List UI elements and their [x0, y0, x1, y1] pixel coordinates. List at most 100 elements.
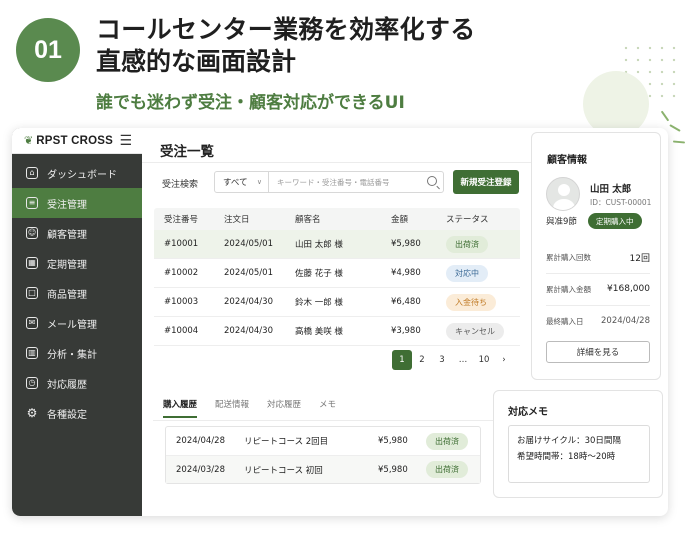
sidebar-item-subscriptions[interactable]: ▦ 定期管理 [12, 248, 142, 278]
sidebar-item-label: 顧客管理 [47, 229, 87, 241]
stat-purchase-total: 累計購入金額 ¥168,000 [546, 279, 650, 299]
order-amount: ¥4,980 [391, 268, 421, 278]
sidebar-item-analytics[interactable]: ▥ 分析・集計 [12, 338, 142, 368]
order-amount: ¥6,480 [391, 297, 421, 307]
chart-icon: ▥ [26, 347, 38, 359]
tab-purchase-history[interactable]: 購入履歴 [163, 398, 198, 418]
table-row[interactable]: #10004 2024/04/30 高橋 美咲 様 ¥3,980 キャンセル [154, 317, 520, 346]
app-logo: RPST CROSS [36, 134, 113, 147]
order-icon: ≡ [26, 197, 38, 209]
sidebar-item-label: 定期管理 [47, 259, 87, 271]
memo-line: 希望時間帯：18時〜20時 [517, 452, 616, 462]
table-row[interactable]: 2024/03/28 リピートコース 初回 ¥5,980 出荷済 [166, 455, 480, 483]
page-button[interactable]: 3 [432, 355, 452, 365]
subscription-badge: 定期購入中 [588, 213, 642, 229]
order-id: #10003 [164, 297, 199, 307]
customer-name: 山田 太郎 様 [295, 240, 343, 250]
customer-name: 鈴木 一郎 様 [295, 298, 343, 308]
customer-info-card: 顧客情報 山田 太郎 ID：CUST-00001 與准9節 定期購入中 累計購入… [531, 132, 661, 380]
table-row[interactable]: #10002 2024/05/01 佐藤 花子 様 ¥4,980 対応中 [154, 259, 520, 288]
sidebar-item-settings[interactable]: ⚙ 各種設定 [12, 398, 142, 428]
sidebar: ❦ RPST CROSS ☰ ⌂ ダッシュボード ≡ 受注管理 ☺ 顧客管理 ▦ 定期管… [12, 128, 142, 516]
column-header[interactable]: 金額 [391, 213, 408, 225]
next-page-icon[interactable]: › [494, 355, 514, 365]
status-badge: 出荷済 [426, 432, 468, 450]
table-row[interactable]: #10003 2024/04/30 鈴木 一郎 様 ¥6,480 入金待ち [154, 288, 520, 317]
search-placeholder: キーワード・受注番号・電話番号 [277, 177, 390, 187]
status-badge: 出荷済 [446, 235, 488, 253]
tab-memo[interactable]: メモ [319, 398, 336, 418]
stat-value: 2024/04/28 [601, 316, 650, 326]
purchase-price: ¥5,980 [378, 464, 408, 475]
step-number: 01 [34, 35, 62, 64]
table-row[interactable]: 2024/04/28 リピートコース 2回目 ¥5,980 出荷済 [166, 427, 480, 455]
divider [153, 420, 493, 421]
status-badge: 対応中 [446, 264, 488, 282]
stat-value: ¥168,000 [607, 284, 650, 294]
sidebar-item-mail[interactable]: ✉ メール管理 [12, 308, 142, 338]
home-icon: ⌂ [26, 167, 38, 179]
app-window: ❦ RPST CROSS ☰ ⌂ ダッシュボード ≡ 受注管理 ☺ 顧客管理 ▦ 定期管… [12, 128, 668, 516]
search-input[interactable]: キーワード・受注番号・電話番号 [268, 171, 444, 193]
hamburger-icon[interactable]: ☰ [119, 133, 132, 149]
order-amount: ¥5,980 [391, 239, 421, 249]
view-details-button[interactable]: 詳細を見る [546, 341, 650, 363]
column-header[interactable]: 受注番号 [164, 213, 198, 225]
order-date: 2024/04/30 [224, 326, 273, 336]
table-row[interactable]: #10001 2024/05/01 山田 太郎 様 ¥5,980 出荷済 [154, 230, 520, 259]
page-button-current[interactable]: 1 [392, 350, 412, 370]
memo-line: お届けサイクル：30日間隔 [517, 436, 621, 446]
history-icon: ◷ [26, 377, 38, 389]
tab-support-history[interactable]: 対応履歴 [267, 398, 301, 418]
table-header: 受注番号 注文日 顧客名 金額 ステータス [154, 208, 520, 230]
stat-label: 累計購入回数 [546, 252, 591, 262]
sidebar-item-orders[interactable]: ≡ 受注管理 [12, 188, 142, 218]
chevron-down-icon: ∨ [256, 178, 262, 186]
column-header[interactable]: ステータス [446, 213, 489, 225]
stat-last-purchase: 最終購入日 2024/04/28 [546, 311, 650, 331]
page-button[interactable]: 2 [412, 355, 432, 365]
sidebar-item-label: メール管理 [47, 319, 97, 331]
customer-name: 佐藤 花子 様 [295, 269, 343, 279]
page-subheading: 誰でも迷わず受注・顧客対応ができるUI [96, 93, 405, 113]
order-list-panel: 受注一覧 受注検索 すべて ∨ キーワード・受注番号・電話番号 新規受注登録 受注… [142, 128, 532, 388]
sidebar-item-label: 各種設定 [47, 409, 87, 421]
history-table: 2024/04/28 リピートコース 2回目 ¥5,980 出荷済 2024/0… [165, 426, 481, 484]
sidebar-item-customers[interactable]: ☺ 顧客管理 [12, 218, 142, 248]
tab-bar: 購入履歴 配送情報 対応履歴 メモ [163, 398, 354, 418]
purchase-date: 2024/03/28 [176, 464, 225, 475]
stat-purchase-count: 累計購入回数 12回 [546, 247, 650, 267]
product-icon: □ [26, 287, 38, 299]
sidebar-item-products[interactable]: □ 商品管理 [12, 278, 142, 308]
customer-id: ID：CUST-00001 [590, 198, 652, 207]
sidebar-item-history[interactable]: ◷ 対応履歴 [12, 368, 142, 398]
panel-title: 受注一覧 [160, 144, 214, 160]
gear-icon: ⚙ [26, 406, 38, 420]
stat-value: 12回 [629, 253, 650, 264]
card-title: 対応メモ [508, 407, 548, 418]
divider [142, 162, 532, 163]
filter-select[interactable]: すべて ∨ [214, 171, 269, 193]
decor-ray [660, 110, 670, 122]
calendar-icon: ▦ [26, 257, 38, 269]
sidebar-item-label: 受注管理 [47, 199, 87, 211]
divider [546, 273, 650, 274]
customer-name: 山田 太郎 [590, 184, 632, 195]
search-icon[interactable] [427, 176, 437, 186]
sidebar-item-dashboard[interactable]: ⌂ ダッシュボード [12, 158, 142, 188]
new-order-button[interactable]: 新規受注登録 [453, 170, 519, 194]
tab-shipping-info[interactable]: 配送情報 [215, 398, 249, 418]
page-button[interactable]: 10 [474, 355, 494, 365]
column-header[interactable]: 注文日 [224, 213, 250, 225]
column-header[interactable]: 顧客名 [295, 213, 321, 225]
order-date: 2024/05/01 [224, 268, 273, 278]
purchase-price: ¥5,980 [378, 436, 408, 446]
customer-icon: ☺ [26, 227, 38, 239]
status-badge: 入金待ち [446, 293, 496, 311]
mail-icon: ✉ [26, 317, 38, 329]
stat-label: 累計購入金額 [546, 284, 591, 294]
search-label: 受注検索 [162, 180, 199, 190]
memo-textarea[interactable]: お届けサイクル：30日間隔 希望時間帯：18時〜20時 [508, 425, 650, 483]
decor-ray [672, 140, 686, 144]
status-badge: キャンセル [446, 322, 504, 340]
